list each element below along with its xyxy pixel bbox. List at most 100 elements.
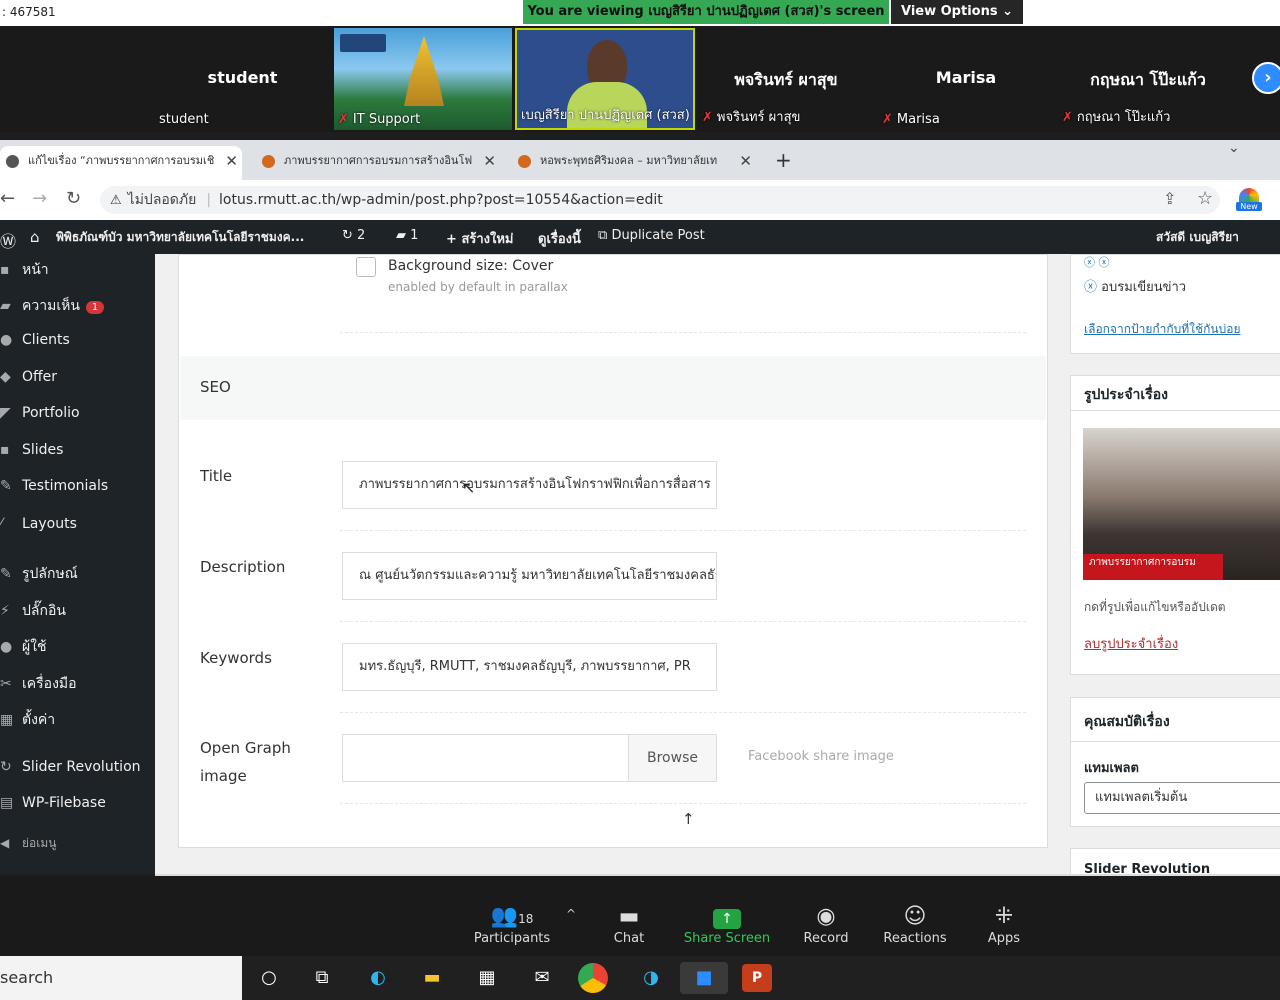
close-tab-icon[interactable]: ✕ [483,146,496,176]
powerpoint-icon[interactable]: P [742,964,772,992]
edge-icon[interactable]: ◐ [360,962,396,994]
user-icon: ● [0,639,13,655]
microsoft-store-icon[interactable]: ▦ [469,962,505,994]
wordpress-logo-icon[interactable]: Ⓦ [0,228,16,252]
keywords-label: Keywords [200,649,272,667]
sidebar-item-pages[interactable]: ▪ หน้า [0,259,49,281]
participant-tile[interactable]: Marisa ✗ Marisa [878,28,1054,130]
view-post-link[interactable]: ดูเรื่องนี้ [538,228,581,249]
seo-keywords-input[interactable]: มทร.ธัญบุรี, RMUTT, ราชมงคลธัญบุรี, ภาพบ… [342,643,717,691]
participant-tile[interactable]: พจรินทร์ ผาสุข ✗ พจรินทร์ ผาสุข [698,28,874,130]
zoom-app-icon[interactable]: ■ [680,962,728,994]
share-screen-button[interactable]: ↑ Share Screen [682,903,772,946]
participant-tile-active[interactable]: เบญสิรียา ปานปฏิญเตศ (สวส) [515,28,695,130]
participant-tile[interactable]: ✗ IT Support [334,28,512,130]
duplicate-post-link[interactable]: ⧉ Duplicate Post [598,228,705,243]
offer-icon: ◆ [0,369,11,385]
tag-item[interactable]: ⓧ อบรมเขียนข่าว [1084,276,1186,297]
close-tab-icon[interactable]: ✕ [739,146,752,176]
browser-tab-active[interactable]: แก้ไขเรื่อง “ภาพบรรยากาศการอบรมเชิ ✕ [0,146,242,180]
browser-tab[interactable]: หอพระพุทธศิริมงคล – มหาวิทยาลัยเท ✕ [512,146,756,180]
reactions-button[interactable]: ☺ Reactions [870,903,960,946]
sidebar-item-settings[interactable]: ▦ ตั้งค่า [0,709,55,731]
new-tab-button[interactable]: + [775,148,792,172]
copy-icon: ⧉ [598,228,608,243]
browse-button[interactable]: Browse [628,734,717,782]
sidebar-item-tools[interactable]: ✂ เครื่องมือ [0,673,77,695]
view-options-button[interactable]: View Options ⌄ [891,0,1023,24]
remove-tag-icon[interactable]: ⓧ [1084,280,1097,295]
choose-tags-link[interactable]: เลือกจากป้ายกำกับที่ใช้กันบ่อย [1084,320,1240,339]
sidebar-item-plugins[interactable]: ⚡ ปลั๊กอิน [0,600,66,622]
sidebar-item-label: Clients [22,332,70,348]
warning-icon: ⚠ [110,193,122,208]
close-tab-icon[interactable]: ✕ [225,146,238,176]
participants-chevron-up-icon[interactable]: ^ [566,907,576,921]
reload-icon[interactable]: ↻ [66,188,81,209]
bg-size-checkbox[interactable] [356,257,376,277]
post-attributes-heading: คุณสมบัติเรื่อง [1084,714,1170,730]
participant-label: student [159,112,209,127]
greeting-account-link[interactable]: สวัสดี เบญสิรียา [1156,228,1239,247]
extension-icon[interactable]: New [1236,188,1262,212]
sidebar-item-label: Testimonials [22,478,109,494]
remove-featured-image-link[interactable]: ลบรูปประจำเรื่อง [1084,633,1178,654]
site-name-link[interactable]: พิพิธภัณฑ์บัว มหาวิทยาลัยเทคโนโลยีราชมงค… [56,228,304,247]
og-image-input[interactable] [342,734,629,782]
mouse-cursor-icon: ↖ [462,478,476,497]
share-icon[interactable]: ⇪ [1163,189,1176,208]
sidebar-item-appearance[interactable]: ✎ รูปลักษณ์ [0,563,78,585]
template-select[interactable]: แทมเพลตเริ่มต้น [1084,782,1280,814]
new-label: สร้างใหม่ [461,232,514,247]
participant-tile[interactable]: กฤษณา โป๊ะแก้ว ✗ กฤษณา โป๊ะแก้ว [1058,28,1238,130]
featured-image-heading: รูปประจำเรื่อง [1084,387,1168,403]
seo-title-input[interactable]: ภาพบรรยากาศการอบรมการสร้างอินโฟกราฟฟิกเพ… [342,461,717,509]
bookmark-star-icon[interactable]: ☆ [1197,188,1213,209]
comments-link[interactable]: ▰ 1 [396,228,418,243]
updates-link[interactable]: ↻ 2 [342,228,365,243]
apps-button[interactable]: ⁜ Apps [959,903,1049,946]
chat-button[interactable]: ▬ Chat [584,903,674,946]
seo-description-input[interactable]: ณ ศูนย์นวัตกรรมและความรู้ มหาวิทยาลัยเทค… [342,552,717,600]
og-image-hint: Facebook share image [748,749,894,764]
sidebar-item-label: เครื่องมือ [22,676,77,692]
browser-tab[interactable]: ภาพบรรยากาศการอบรมการสร้างอินโฟ ✕ [256,146,500,180]
sidebar-item-clients[interactable]: ● Clients [0,332,70,348]
sidebar-item-layouts[interactable]: ⁄ Layouts [0,516,77,532]
reactions-label: Reactions [883,931,947,946]
file-explorer-icon[interactable]: ▬ [414,962,450,994]
participants-button[interactable]: 👥18 Participants [467,903,557,946]
sidebar-item-portfolio[interactable]: ◤ Portfolio [0,405,80,421]
appearance-icon: ✎ [0,566,12,582]
cortana-icon[interactable]: ○ [251,962,287,994]
sidebar-item-users[interactable]: ● ผู้ใช้ [0,636,47,658]
record-button[interactable]: ◉ Record [781,903,871,946]
sidebar-item-offer[interactable]: ◆ Offer [0,369,57,385]
featured-image-thumbnail[interactable]: ภาพบรรยากาศการอบรม [1083,428,1280,580]
next-participants-button[interactable]: › [1252,62,1280,94]
meeting-id: : 467581 [2,5,56,19]
tab-search-chevron-icon[interactable]: ⌄ [1228,140,1240,156]
seo-section-header [180,356,1046,420]
forward-arrow-icon[interactable]: → [32,188,47,209]
sidebar-item-wp-filebase[interactable]: ▤ WP-Filebase [0,795,106,811]
sidebar-item-testimonials[interactable]: ✎ Testimonials [0,478,108,494]
scroll-up-arrow-icon[interactable]: ↑ [682,810,695,828]
new-content-link[interactable]: + สร้างใหม่ [446,228,514,249]
chrome-icon[interactable] [578,963,608,993]
collapse-menu-button[interactable]: ◀ ย่อเมนู [0,834,56,853]
sidebar-item-slider-revolution[interactable]: ↻ Slider Revolution [0,759,141,775]
sidebar-item-label: รูปลักษณ์ [22,566,78,582]
windows-search-box[interactable]: search [0,956,242,1000]
edge-icon[interactable]: ◑ [633,962,669,994]
page-icon: ▪ [0,262,10,278]
sidebar-item-comments[interactable]: ▰ ความเห็น 1 [0,295,105,317]
sidebar-item-slides[interactable]: ▪ Slides [0,442,63,458]
participant-tile[interactable]: student student [155,28,330,130]
share-screen-icon: ↑ [682,903,772,931]
comment-icon: ▰ [396,228,406,243]
url-input[interactable]: ⚠ ไม่ปลอดภัย | lotus.rmutt.ac.th/wp-admin/p… [100,186,1220,214]
mail-icon[interactable]: ✉ [524,962,560,994]
task-view-icon[interactable]: ⧉ [304,962,340,994]
back-arrow-icon[interactable]: ← [0,188,15,209]
